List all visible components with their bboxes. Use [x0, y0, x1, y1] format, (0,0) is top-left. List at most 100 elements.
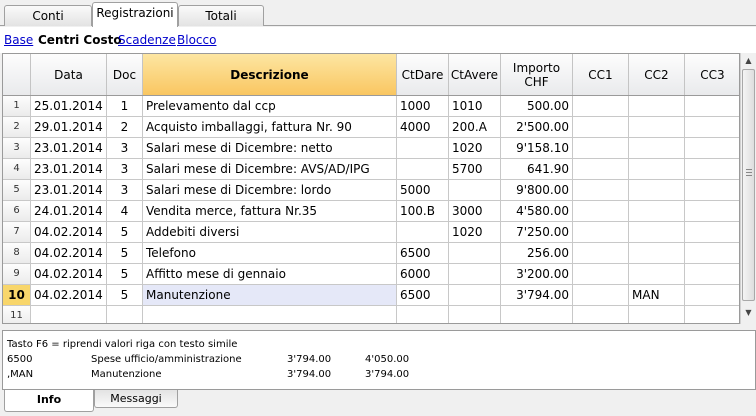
cell-doc[interactable]: 3 [107, 159, 143, 179]
cell-data[interactable]: 04.02.2014 [31, 264, 107, 284]
cell-cc2[interactable] [629, 96, 685, 116]
cell-data[interactable]: 25.01.2014 [31, 96, 107, 116]
table-row[interactable]: 5 23.01.2014 3 Salari mese di Dicembre: lor… [3, 180, 739, 201]
cell-ctdare[interactable]: 6000 [397, 264, 449, 284]
cell-ctavere[interactable]: 1010 [449, 96, 501, 116]
table-row[interactable]: 6 24.01.2014 4 Vendita merce, fattura Nr.35… [3, 201, 739, 222]
cell-cc3[interactable] [685, 306, 739, 323]
cell-ctavere[interactable]: 3000 [449, 201, 501, 221]
vertical-scrollbar[interactable]: ▲ ▼ [740, 53, 756, 324]
view-link-base[interactable]: Base [4, 33, 33, 47]
header-cc2[interactable]: CC2 [629, 54, 685, 95]
cell-cc1[interactable] [573, 264, 629, 284]
cell-cc3[interactable] [685, 180, 739, 200]
header-ctavere[interactable]: CtAvere [449, 54, 501, 95]
header-doc[interactable]: Doc [107, 54, 143, 95]
cell-cc1[interactable] [573, 159, 629, 179]
cell-ctavere[interactable]: 200.A [449, 117, 501, 137]
cell-cc3[interactable] [685, 222, 739, 242]
scroll-thumb[interactable] [742, 69, 755, 301]
cell-ctdare[interactable]: 6500 [397, 243, 449, 263]
cell-descrizione[interactable]: Manutenzione [143, 285, 397, 305]
view-link-blocco[interactable]: Blocco [177, 33, 216, 47]
arrow-up-icon[interactable]: ▲ [741, 53, 756, 69]
cell-descrizione[interactable] [143, 306, 397, 323]
header-cc3[interactable]: CC3 [685, 54, 739, 95]
cell-cc3[interactable] [685, 264, 739, 284]
cell-ctavere[interactable] [449, 243, 501, 263]
cell-ctdare[interactable] [397, 222, 449, 242]
cell-descrizione[interactable]: Salari mese di Dicembre: netto [143, 138, 397, 158]
cell-cc3[interactable] [685, 138, 739, 158]
table-row[interactable]: 11 [3, 306, 739, 323]
cell-data[interactable]: 29.01.2014 [31, 117, 107, 137]
cell-ctavere[interactable] [449, 264, 501, 284]
cell-ctdare[interactable]: 5000 [397, 180, 449, 200]
tab-totali[interactable]: Totali [178, 5, 264, 26]
cell-data[interactable]: 04.02.2014 [31, 222, 107, 242]
cell-ctdare[interactable] [397, 306, 449, 323]
table-row[interactable]: 3 23.01.2014 3 Salari mese di Dicembre: net… [3, 138, 739, 159]
tab-registrazioni[interactable]: Registrazioni [92, 2, 178, 27]
tab-conti[interactable]: Conti [4, 5, 92, 26]
table-row[interactable]: 2 29.01.2014 2 Acquisto imballaggi, fattura… [3, 117, 739, 138]
tab-messaggi[interactable]: Messaggi [94, 390, 178, 408]
cell-importo[interactable]: 4'580.00 [501, 201, 573, 221]
cell-cc2[interactable] [629, 159, 685, 179]
cell-importo[interactable]: 256.00 [501, 243, 573, 263]
cell-importo[interactable]: 641.90 [501, 159, 573, 179]
header-cc1[interactable]: CC1 [573, 54, 629, 95]
cell-descrizione[interactable]: Addebiti diversi [143, 222, 397, 242]
cell-data[interactable]: 24.01.2014 [31, 201, 107, 221]
cell-doc[interactable]: 5 [107, 264, 143, 284]
cell-ctdare[interactable]: 4000 [397, 117, 449, 137]
cell-descrizione[interactable]: Prelevamento dal ccp [143, 96, 397, 116]
cell-cc2[interactable] [629, 222, 685, 242]
cell-ctavere[interactable]: 5700 [449, 159, 501, 179]
cell-cc1[interactable] [573, 96, 629, 116]
cell-descrizione[interactable]: Vendita merce, fattura Nr.35 [143, 201, 397, 221]
cell-cc2[interactable] [629, 306, 685, 323]
table-row[interactable]: 10 04.02.2014 5 Manutenzione 6500 3'794.00 MAN [3, 285, 739, 306]
table-row[interactable]: 1 25.01.2014 1 Prelevamento dal ccp 1000 1010… [3, 96, 739, 117]
tab-info[interactable]: Info [4, 390, 94, 412]
cell-data[interactable]: 23.01.2014 [31, 159, 107, 179]
cell-cc1[interactable] [573, 138, 629, 158]
cell-ctdare[interactable]: 1000 [397, 96, 449, 116]
cell-cc1[interactable] [573, 201, 629, 221]
cell-cc1[interactable] [573, 306, 629, 323]
cell-importo[interactable]: 3'794.00 [501, 285, 573, 305]
cell-data[interactable] [31, 306, 107, 323]
cell-importo[interactable]: 500.00 [501, 96, 573, 116]
cell-importo[interactable]: 7'250.00 [501, 222, 573, 242]
cell-cc2[interactable] [629, 264, 685, 284]
cell-data[interactable]: 23.01.2014 [31, 138, 107, 158]
cell-cc1[interactable] [573, 222, 629, 242]
cell-importo[interactable]: 9'158.10 [501, 138, 573, 158]
cell-doc[interactable]: 5 [107, 222, 143, 242]
cell-doc[interactable]: 4 [107, 201, 143, 221]
cell-cc1[interactable] [573, 117, 629, 137]
cell-cc3[interactable] [685, 159, 739, 179]
cell-cc2[interactable] [629, 201, 685, 221]
cell-doc[interactable]: 2 [107, 117, 143, 137]
cell-ctdare[interactable]: 100.B [397, 201, 449, 221]
cell-ctavere[interactable]: 1020 [449, 138, 501, 158]
cell-doc[interactable]: 3 [107, 180, 143, 200]
cell-cc3[interactable] [685, 243, 739, 263]
cell-doc[interactable] [107, 306, 143, 323]
cell-descrizione[interactable]: Salari mese di Dicembre: lordo [143, 180, 397, 200]
cell-cc3[interactable] [685, 96, 739, 116]
cell-cc1[interactable] [573, 285, 629, 305]
cell-doc[interactable]: 1 [107, 96, 143, 116]
cell-ctdare[interactable] [397, 159, 449, 179]
arrow-down-icon[interactable]: ▼ [741, 305, 756, 321]
header-descrizione[interactable]: Descrizione [143, 54, 397, 95]
cell-cc3[interactable] [685, 117, 739, 137]
cell-cc3[interactable] [685, 201, 739, 221]
cell-ctdare[interactable] [397, 138, 449, 158]
cell-doc[interactable]: 5 [107, 243, 143, 263]
cell-cc2[interactable] [629, 180, 685, 200]
cell-descrizione[interactable]: Salari mese di Dicembre: AVS/AD/IPG [143, 159, 397, 179]
view-link-centri-costo[interactable]: Centri Costo [38, 33, 122, 47]
